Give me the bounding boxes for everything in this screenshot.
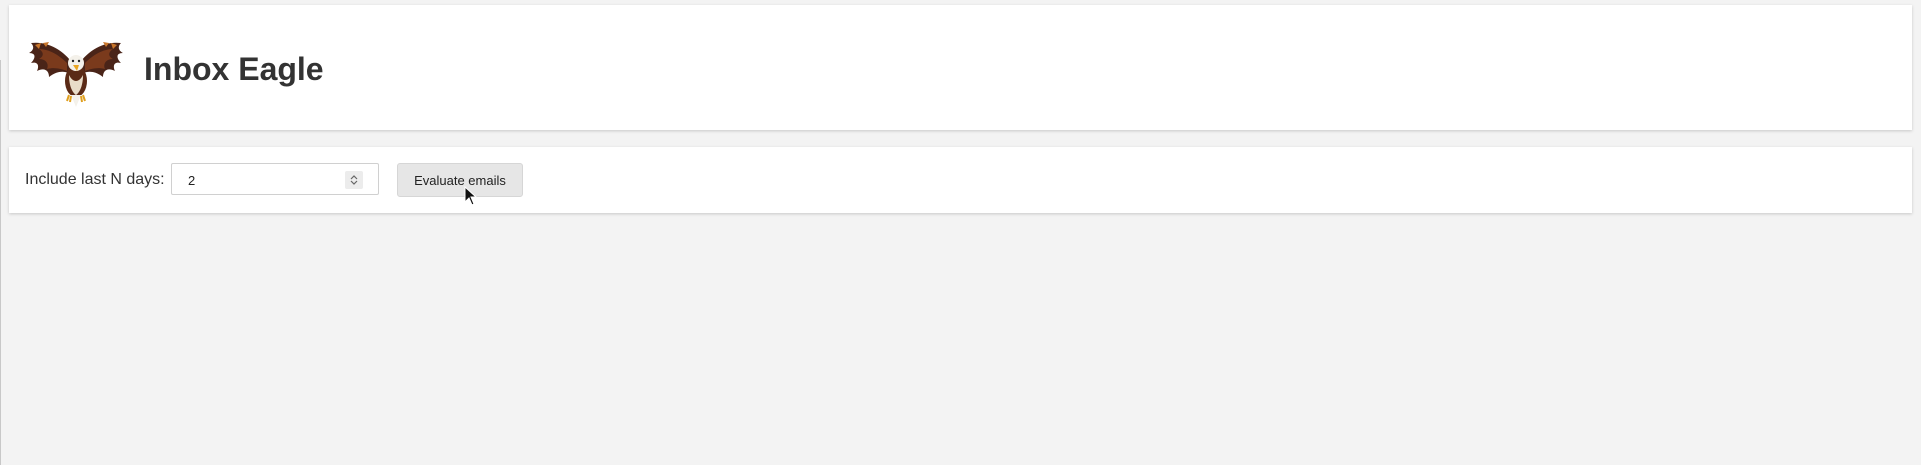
chevron-down-icon[interactable] — [350, 180, 358, 186]
days-number-input[interactable]: 2 — [171, 163, 379, 195]
days-stepper[interactable] — [345, 171, 363, 189]
window-left-edge — [0, 60, 1, 465]
eagle-logo-icon — [29, 42, 123, 107]
mouse-cursor-icon — [464, 186, 478, 206]
app-header: Inbox Eagle — [9, 5, 1912, 130]
app-title: Inbox Eagle — [144, 51, 324, 87]
evaluate-emails-button[interactable]: Evaluate emails — [397, 163, 523, 197]
controls-panel: Include last N days: 2 Evaluate emails — [9, 147, 1912, 213]
days-value: 2 — [188, 173, 196, 188]
days-label: Include last N days: — [25, 171, 165, 188]
